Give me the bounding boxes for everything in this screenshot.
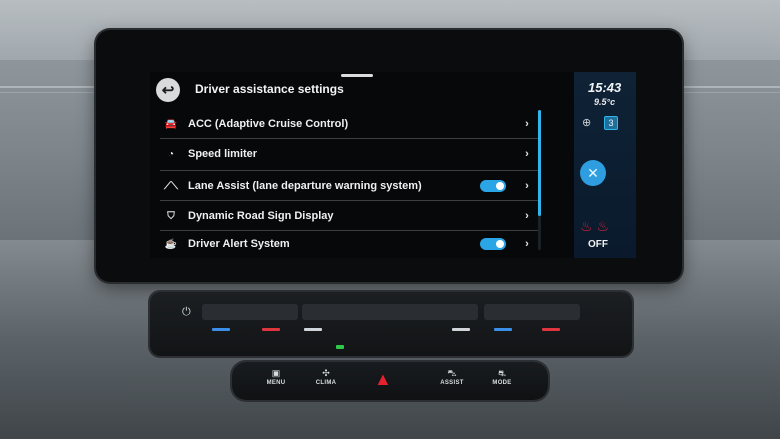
led-indicator — [452, 328, 470, 331]
volume-slider[interactable] — [302, 304, 478, 320]
outside-temperature: 9.5°c — [594, 97, 616, 107]
menu-item-label: ACC (Adaptive Cruise Control) — [188, 118, 349, 130]
pull-down-handle[interactable] — [341, 74, 373, 77]
car-mode-icon: ⛐ — [498, 368, 506, 378]
led-indicator — [304, 328, 322, 331]
infotainment-screen: ↩ Driver assistance settings 🚘 ACC (Adap… — [150, 72, 636, 258]
menu-item-driver-alert[interactable]: ☕ Driver Alert System › — [160, 230, 534, 258]
menu-item-speed-limiter[interactable]: ◔ Speed limiter › — [160, 140, 534, 168]
assist-button[interactable]: ⛍ ASSIST — [432, 368, 472, 386]
seat-heat-icon[interactable]: ♨♨ — [580, 218, 613, 235]
menu-item-label: Speed limiter — [188, 148, 258, 160]
fan-icon: ✣ — [322, 368, 330, 378]
lane-assist-toggle[interactable] — [480, 180, 506, 192]
hazard-button[interactable]: ▲ — [374, 368, 392, 390]
divider — [160, 200, 540, 201]
clock: 15:43 — [588, 80, 622, 95]
notification-badge[interactable]: 3 — [604, 116, 618, 130]
mode-button[interactable]: ⛐ MODE — [482, 368, 522, 386]
clima-button[interactable]: ✣ CLIMA — [306, 368, 346, 386]
menu-item-label: Dynamic Road Sign Display — [188, 210, 334, 222]
acc-icon: 🚘 — [164, 118, 178, 130]
hardware-button-bar: ▣ MENU ✣ CLIMA ▲ ⛍ ASSIST ⛐ MODE — [232, 362, 548, 400]
chevron-right-icon: › — [525, 180, 529, 192]
chevron-right-icon: › — [525, 148, 529, 160]
divider — [160, 170, 540, 171]
close-icon: ✕ — [587, 164, 599, 181]
divider — [160, 138, 540, 139]
climate-touch-console: ⏻ — [150, 292, 632, 356]
led-indicator — [542, 328, 560, 331]
temperature-slider-left[interactable] — [202, 304, 298, 320]
temperature-slider-right[interactable] — [484, 304, 580, 320]
led-indicator — [262, 328, 280, 331]
menu-item-label: Lane Assist (lane departure warning syst… — [188, 180, 422, 192]
menu-icon: ▣ — [271, 368, 281, 378]
driver-alert-icon: ☕ — [164, 238, 178, 250]
status-side-panel: 15:43 9.5°c ⊕ 3 ✕ ♨♨ OFF — [574, 72, 636, 258]
globe-icon: ⊕ — [582, 117, 592, 129]
status-led — [336, 345, 344, 349]
chevron-right-icon: › — [525, 238, 529, 250]
back-arrow-icon: ↩ — [161, 82, 175, 99]
led-indicator — [494, 328, 512, 331]
road-sign-icon: ⛉ — [167, 210, 175, 222]
speed-limiter-icon: ◔ — [167, 148, 175, 160]
lane-assist-icon: ⟋⟍ — [164, 180, 178, 192]
menu-item-acc[interactable]: 🚘 ACC (Adaptive Cruise Control) › — [160, 110, 534, 138]
chevron-right-icon: › — [525, 118, 529, 130]
scrollbar-thumb[interactable] — [538, 110, 541, 216]
page-title: Driver assistance settings — [195, 82, 344, 96]
close-button[interactable]: ✕ — [580, 160, 606, 186]
seat-heat-status: OFF — [588, 239, 608, 250]
menu-item-lane-assist[interactable]: ⟋⟍ Lane Assist (lane departure warning s… — [160, 172, 534, 200]
driver-alert-toggle[interactable] — [480, 238, 506, 250]
menu-button[interactable]: ▣ MENU — [256, 368, 296, 386]
menu-item-road-sign-display[interactable]: ⛉ Dynamic Road Sign Display › — [160, 202, 534, 230]
power-icon[interactable]: ⏻ — [182, 306, 191, 319]
hazard-icon: ▲ — [374, 369, 392, 389]
back-button[interactable]: ↩ — [156, 78, 180, 102]
menu-item-label: Driver Alert System — [188, 238, 290, 250]
led-indicator — [212, 328, 230, 331]
car-assist-icon: ⛍ — [447, 368, 457, 378]
chevron-right-icon: › — [525, 210, 529, 222]
